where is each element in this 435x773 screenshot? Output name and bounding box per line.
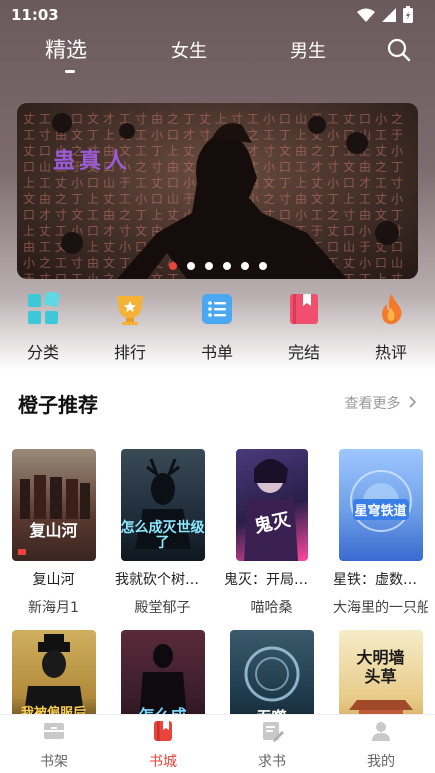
category-label: 分类 — [26, 343, 59, 362]
category-classify[interactable]: 分类 — [8, 291, 78, 363]
cover-title: 怎么成灭世级了 — [120, 520, 205, 551]
tab-male[interactable]: 男生 — [290, 37, 326, 63]
book-cover[interactable]: 星穹铁道 — [338, 449, 423, 561]
book-cover[interactable]: 怎么成灭世级了 — [120, 449, 205, 561]
cover-title: 大明墙头草 — [356, 648, 405, 686]
request-pen-icon — [263, 722, 284, 742]
carousel-dot[interactable] — [222, 262, 231, 270]
category-shortcuts: 分类 排行 书单 完结 热评 — [0, 291, 435, 368]
book-title: 复山河 — [32, 572, 75, 588]
nav-label: 书架 — [40, 754, 68, 770]
book-cover[interactable]: 复山河 — [11, 449, 96, 561]
top-tabs: 精选 女生 男生 — [0, 34, 435, 78]
banner-carousel[interactable]: 丈工小口文才工寸由之丁丈上寸工小口山于工丈口小之工寸由文丁上丈工小口才寸文由之工… — [17, 103, 418, 279]
trophy-icon — [117, 296, 143, 325]
book-author: 喵哈桑 — [250, 600, 293, 616]
category-label: 热评 — [374, 343, 407, 362]
category-label: 完结 — [287, 343, 320, 362]
nav-bookstore[interactable]: 书城 — [123, 719, 203, 771]
section-title: 橙子推荐 — [18, 393, 98, 417]
search-icon[interactable] — [387, 38, 411, 62]
view-more-label: 查看更多 — [344, 396, 401, 412]
carousel-dot[interactable] — [186, 262, 195, 270]
book-author: 新海月1 — [28, 600, 79, 616]
tab-female[interactable]: 女生 — [171, 37, 207, 63]
banner-title: 蛊真人 — [53, 148, 132, 174]
signal-icon — [382, 7, 396, 22]
bookmark-book-icon — [290, 294, 318, 324]
category-booklist[interactable]: 书单 — [182, 292, 252, 363]
book-card[interactable]: 复山河 复山河 新海月1 — [6, 449, 101, 617]
chevron-right-icon — [409, 396, 417, 408]
category-label: 排行 — [113, 343, 146, 362]
nav-label: 求书 — [258, 754, 286, 770]
carousel-dot[interactable] — [240, 262, 249, 270]
book-card[interactable]: 怎么成灭世级了 我就砍个树，… 殿堂郁子 — [115, 449, 210, 617]
book-title: 我就砍个树，… — [115, 572, 210, 588]
carousel-dot[interactable] — [168, 262, 177, 270]
book-open-icon — [154, 721, 172, 741]
active-tab-indicator — [65, 70, 75, 73]
book-cover[interactable]: 鬼灭 — [235, 449, 308, 561]
book-card[interactable]: 星穹铁道 星铁：虚数？… 大海里的一只船 — [333, 449, 428, 617]
nav-bookshelf[interactable]: 书架 — [14, 719, 94, 771]
category-ranking[interactable]: 排行 — [95, 292, 165, 363]
tab-featured[interactable]: 精选 — [45, 34, 87, 64]
grid-icon — [28, 291, 60, 324]
wifi-icon — [357, 8, 375, 22]
publisher-mark — [17, 549, 26, 555]
book-title: 星铁：虚数？… — [333, 572, 428, 588]
status-bar: 11:03 — [0, 0, 435, 30]
book-author: 殿堂郁子 — [134, 600, 191, 616]
recommend-section-header: 橙子推荐 查看更多 — [0, 385, 435, 421]
cover-figures-art — [19, 475, 90, 519]
category-hot-reviews[interactable]: 热评 — [356, 292, 426, 363]
nav-profile[interactable]: 我的 — [341, 719, 421, 771]
bookshelf-icon — [44, 723, 64, 739]
category-label: 书单 — [200, 343, 233, 362]
carousel-dot[interactable] — [204, 262, 213, 270]
bottom-nav: 书架 书城 求书 我的 — [0, 714, 435, 773]
flame-icon — [382, 294, 402, 325]
book-card[interactable]: 鬼灭 鬼灭：开局被… 喵哈桑 — [224, 449, 319, 617]
cover-title: 复山河 — [29, 521, 78, 540]
nav-label: 我的 — [367, 754, 395, 770]
user-icon — [372, 722, 390, 741]
book-title: 鬼灭：开局被… — [224, 572, 319, 588]
cover-title: 星穹铁道 — [352, 499, 409, 520]
view-more-link[interactable]: 查看更多 — [345, 393, 417, 413]
carousel-dot[interactable] — [258, 262, 267, 270]
list-icon — [202, 294, 232, 324]
status-icons — [357, 6, 413, 23]
nav-label: 书城 — [149, 754, 177, 770]
category-completed[interactable]: 完结 — [269, 292, 339, 363]
battery-icon — [403, 6, 413, 23]
nav-request-book[interactable]: 求书 — [232, 719, 312, 771]
book-author: 大海里的一只船 — [333, 600, 428, 616]
banner-figure-silhouette — [52, 113, 399, 279]
carousel-indicators — [17, 262, 418, 270]
status-time: 11:03 — [11, 6, 59, 24]
